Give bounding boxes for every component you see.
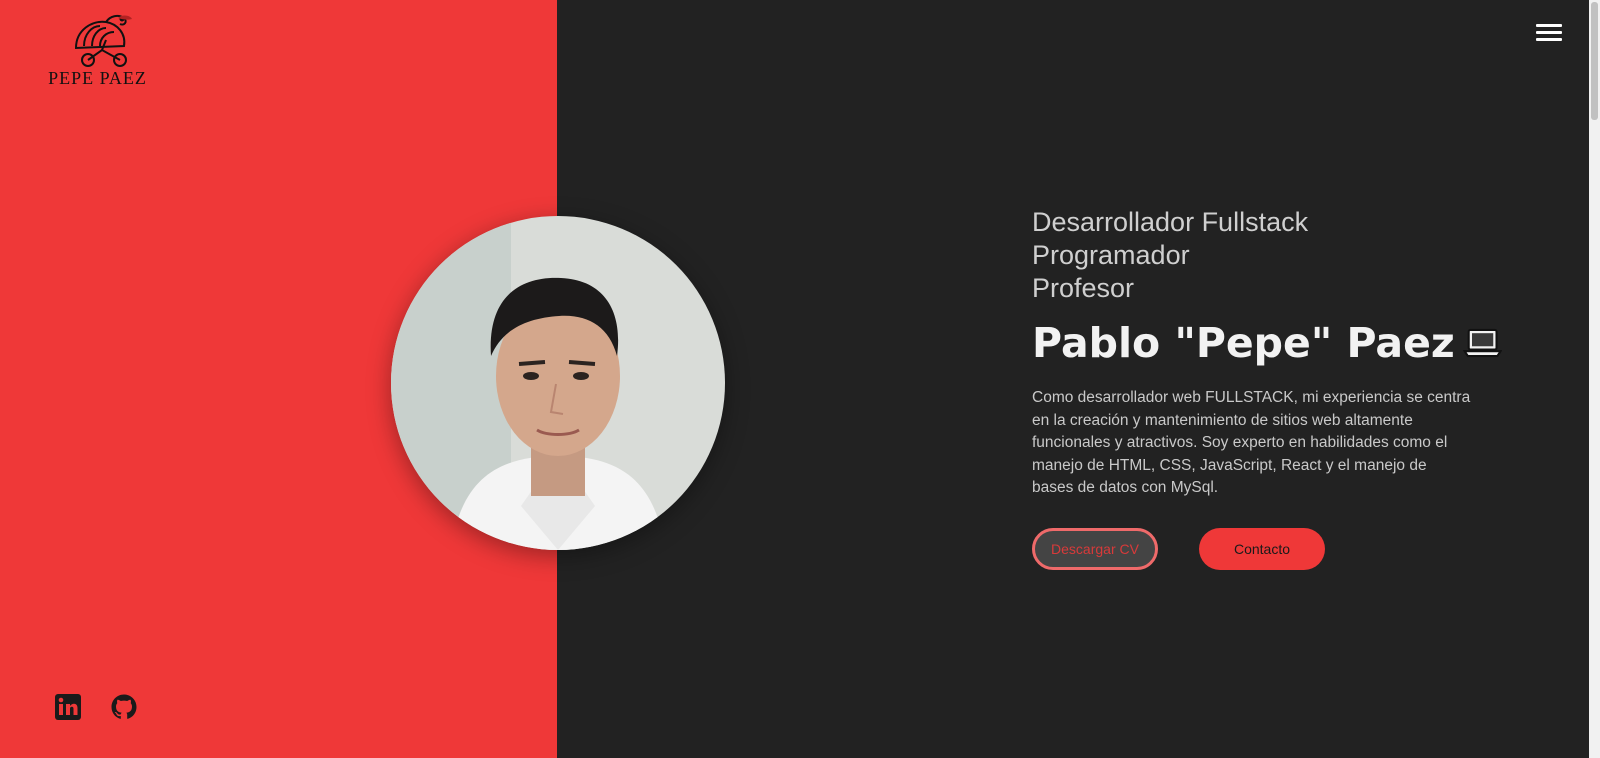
hero-section: Desarrollador Fullstack Programador Prof… xyxy=(1032,206,1502,570)
linkedin-icon[interactable] xyxy=(54,693,82,721)
hero-buttons: Descargar CV Contacto xyxy=(1032,527,1502,570)
contact-button[interactable]: Contacto xyxy=(1199,527,1325,570)
logo[interactable]: PEPE PAEZ xyxy=(40,10,155,90)
logo-text: PEPE PAEZ xyxy=(48,68,147,88)
page-scrollbar[interactable] xyxy=(1589,0,1600,758)
bio-description: Como desarrollador web FULLSTACK, mi exp… xyxy=(1032,389,1471,496)
name-row: Pablo "Pepe" Paez xyxy=(1032,317,1502,369)
role-item: Profesor xyxy=(1032,273,1135,303)
github-icon[interactable] xyxy=(110,693,138,721)
download-cv-button[interactable]: Descargar CV xyxy=(1032,527,1158,570)
role-item: Desarrollador Fullstack xyxy=(1032,207,1309,237)
hamburger-menu-icon[interactable] xyxy=(1536,22,1562,44)
page: PEPE PAEZ Desarrollador Fullstack Progra… xyxy=(0,0,1600,758)
person-name: Pablo "Pepe" Paez xyxy=(1032,319,1455,367)
laptop-icon xyxy=(1462,328,1502,358)
logo-armadillo-bike-icon xyxy=(74,14,132,67)
role-item: Programador xyxy=(1032,240,1190,270)
profile-photo xyxy=(391,216,725,550)
scrollbar-thumb[interactable] xyxy=(1591,2,1598,120)
roles-list: Desarrollador Fullstack Programador Prof… xyxy=(1032,206,1502,305)
